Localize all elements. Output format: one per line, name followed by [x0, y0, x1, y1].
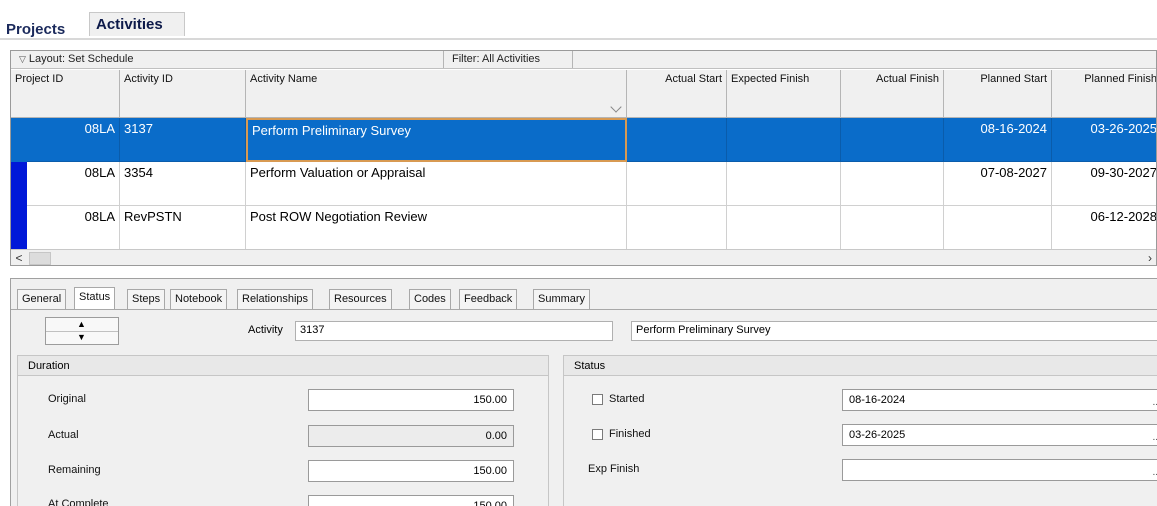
table-row[interactable]: 08LA 3354 Perform Valuation or Appraisal…: [11, 162, 1156, 206]
started-checkbox[interactable]: [592, 394, 603, 405]
tab-notebook[interactable]: Notebook: [170, 289, 228, 309]
activity-name-field[interactable]: Perform Preliminary Survey: [631, 321, 1157, 341]
col-header-planned-finish[interactable]: Planned Finish: [1052, 70, 1156, 118]
cell-actual-start[interactable]: [627, 162, 727, 206]
cell-actual-finish[interactable]: [841, 162, 944, 206]
original-duration-field[interactable]: 150.00: [308, 389, 514, 411]
started-date-field[interactable]: 08-16-2024 ..: [842, 389, 1157, 411]
activities-grid: ▽ Layout: Set Schedule Filter: All Activi…: [10, 50, 1157, 266]
arrow-up-icon[interactable]: ▲: [77, 319, 86, 329]
cell-project-id[interactable]: 08LA: [27, 118, 120, 162]
top-tab-bar: Projects Activities: [0, 0, 1157, 40]
cell-planned-start[interactable]: 07-08-2027: [944, 162, 1052, 206]
row-marker: [11, 206, 27, 250]
cell-activity-id[interactable]: RevPSTN: [120, 206, 246, 250]
activity-label: Activity: [248, 324, 283, 336]
tab-relationships[interactable]: Relationships: [237, 289, 314, 309]
cell-actual-finish[interactable]: [841, 206, 944, 250]
cell-actual-finish[interactable]: [841, 118, 944, 162]
cell-project-id[interactable]: 08LA: [27, 162, 120, 206]
col-header-activity-id[interactable]: Activity ID: [120, 70, 246, 118]
tab-summary[interactable]: Summary: [533, 289, 591, 309]
tab-activities[interactable]: Activities: [89, 12, 185, 36]
cell-expected-finish[interactable]: [727, 206, 841, 250]
cell-activity-name[interactable]: Post ROW Negotiation Review: [246, 206, 627, 250]
started-date-value: 08-16-2024: [849, 394, 906, 406]
layout-bar: ▽ Layout: Set Schedule Filter: All Activi…: [11, 51, 1156, 69]
actual-label: Actual: [48, 429, 79, 441]
col-header-activity-name-label: Activity Name: [250, 73, 318, 85]
cell-planned-start[interactable]: [944, 206, 1052, 250]
cell-activity-name[interactable]: Perform Valuation or Appraisal: [246, 162, 627, 206]
activity-navigator[interactable]: ▲ ▼: [45, 317, 119, 345]
scroll-left-icon[interactable]: <: [11, 250, 27, 265]
finished-date-value: 03-26-2025: [849, 429, 906, 441]
tab-general[interactable]: General: [17, 289, 67, 309]
actual-duration-field: 0.00: [308, 425, 514, 447]
status-group-title: Status: [564, 356, 1157, 376]
remaining-label: Remaining: [48, 464, 101, 476]
tab-divider: [0, 38, 1157, 40]
original-label: Original: [48, 393, 86, 405]
tab-strip-line: [11, 309, 1157, 310]
tab-codes[interactable]: Codes: [409, 289, 451, 309]
cell-planned-finish[interactable]: 03-26-2025: [1052, 118, 1156, 162]
col-header-planned-start[interactable]: Planned Start: [944, 70, 1052, 118]
at-complete-duration-field[interactable]: 150.00: [308, 495, 514, 506]
exp-finish-label: Exp Finish: [588, 463, 640, 475]
cell-planned-finish[interactable]: 09-30-2027: [1052, 162, 1156, 206]
tab-projects[interactable]: Projects: [0, 18, 71, 40]
chevron-down-icon: ▽: [19, 54, 26, 64]
layout-label: Layout: Set Schedule: [28, 53, 134, 65]
at-complete-label: At Complete: [48, 498, 109, 506]
finished-checkbox[interactable]: [592, 429, 603, 440]
date-picker-icon[interactable]: ..: [1152, 397, 1157, 408]
cell-actual-start[interactable]: [627, 118, 727, 162]
finished-date-field[interactable]: 03-26-2025 ..: [842, 424, 1157, 446]
cell-expected-finish[interactable]: [727, 118, 841, 162]
col-header-project-id[interactable]: Project ID: [11, 70, 120, 118]
cell-actual-start[interactable]: [627, 206, 727, 250]
table-row[interactable]: 08LA 3137 Perform Preliminary Survey 08-…: [11, 118, 1156, 162]
cell-expected-finish[interactable]: [727, 162, 841, 206]
duration-group-title: Duration: [18, 356, 548, 376]
tab-steps[interactable]: Steps: [127, 289, 166, 309]
cell-planned-finish[interactable]: 06-12-2028: [1052, 206, 1156, 250]
table-row[interactable]: 08LA RevPSTN Post ROW Negotiation Review…: [11, 206, 1156, 250]
scroll-thumb[interactable]: [29, 252, 51, 265]
date-picker-icon[interactable]: ..: [1152, 432, 1157, 443]
started-label: Started: [609, 393, 645, 405]
tab-feedback[interactable]: Feedback: [459, 289, 518, 309]
exp-finish-field[interactable]: ..: [842, 459, 1157, 481]
cell-activity-name[interactable]: Perform Preliminary Survey: [246, 118, 627, 162]
col-header-actual-finish[interactable]: Actual Finish: [841, 70, 944, 118]
col-header-actual-start[interactable]: Actual Start: [627, 70, 727, 118]
horizontal-scrollbar[interactable]: < ›: [11, 249, 1156, 265]
tab-resources[interactable]: Resources: [329, 289, 392, 309]
duration-group: Duration Original 150.00 Actual 0.00 Rem…: [17, 355, 549, 506]
cell-project-id[interactable]: 08LA: [27, 206, 120, 250]
layout-dropdown[interactable]: ▽ Layout: Set Schedule: [19, 53, 134, 65]
remaining-duration-field[interactable]: 150.00: [308, 460, 514, 482]
row-marker: [11, 118, 27, 162]
col-header-activity-name[interactable]: Activity Name: [246, 70, 627, 118]
activity-details-panel: General Status Steps Notebook Relationsh…: [10, 278, 1157, 506]
cell-activity-id[interactable]: 3354: [120, 162, 246, 206]
tab-status[interactable]: Status: [74, 287, 116, 310]
col-header-expected-finish[interactable]: Expected Finish: [727, 70, 841, 118]
finished-label: Finished: [609, 428, 651, 440]
status-group: Status Started 08-16-2024 .. Finished 03…: [563, 355, 1157, 506]
arrow-down-icon[interactable]: ▼: [77, 332, 86, 342]
scroll-right-icon[interactable]: ›: [1142, 250, 1156, 265]
cell-activity-id[interactable]: 3137: [120, 118, 246, 162]
row-marker: [11, 162, 27, 206]
filter-label[interactable]: Filter: All Activities: [443, 51, 573, 68]
cell-planned-start[interactable]: 08-16-2024: [944, 118, 1052, 162]
date-picker-icon[interactable]: ..: [1152, 467, 1157, 478]
activity-id-field[interactable]: 3137: [295, 321, 613, 341]
filter-funnel-icon[interactable]: [610, 101, 622, 113]
